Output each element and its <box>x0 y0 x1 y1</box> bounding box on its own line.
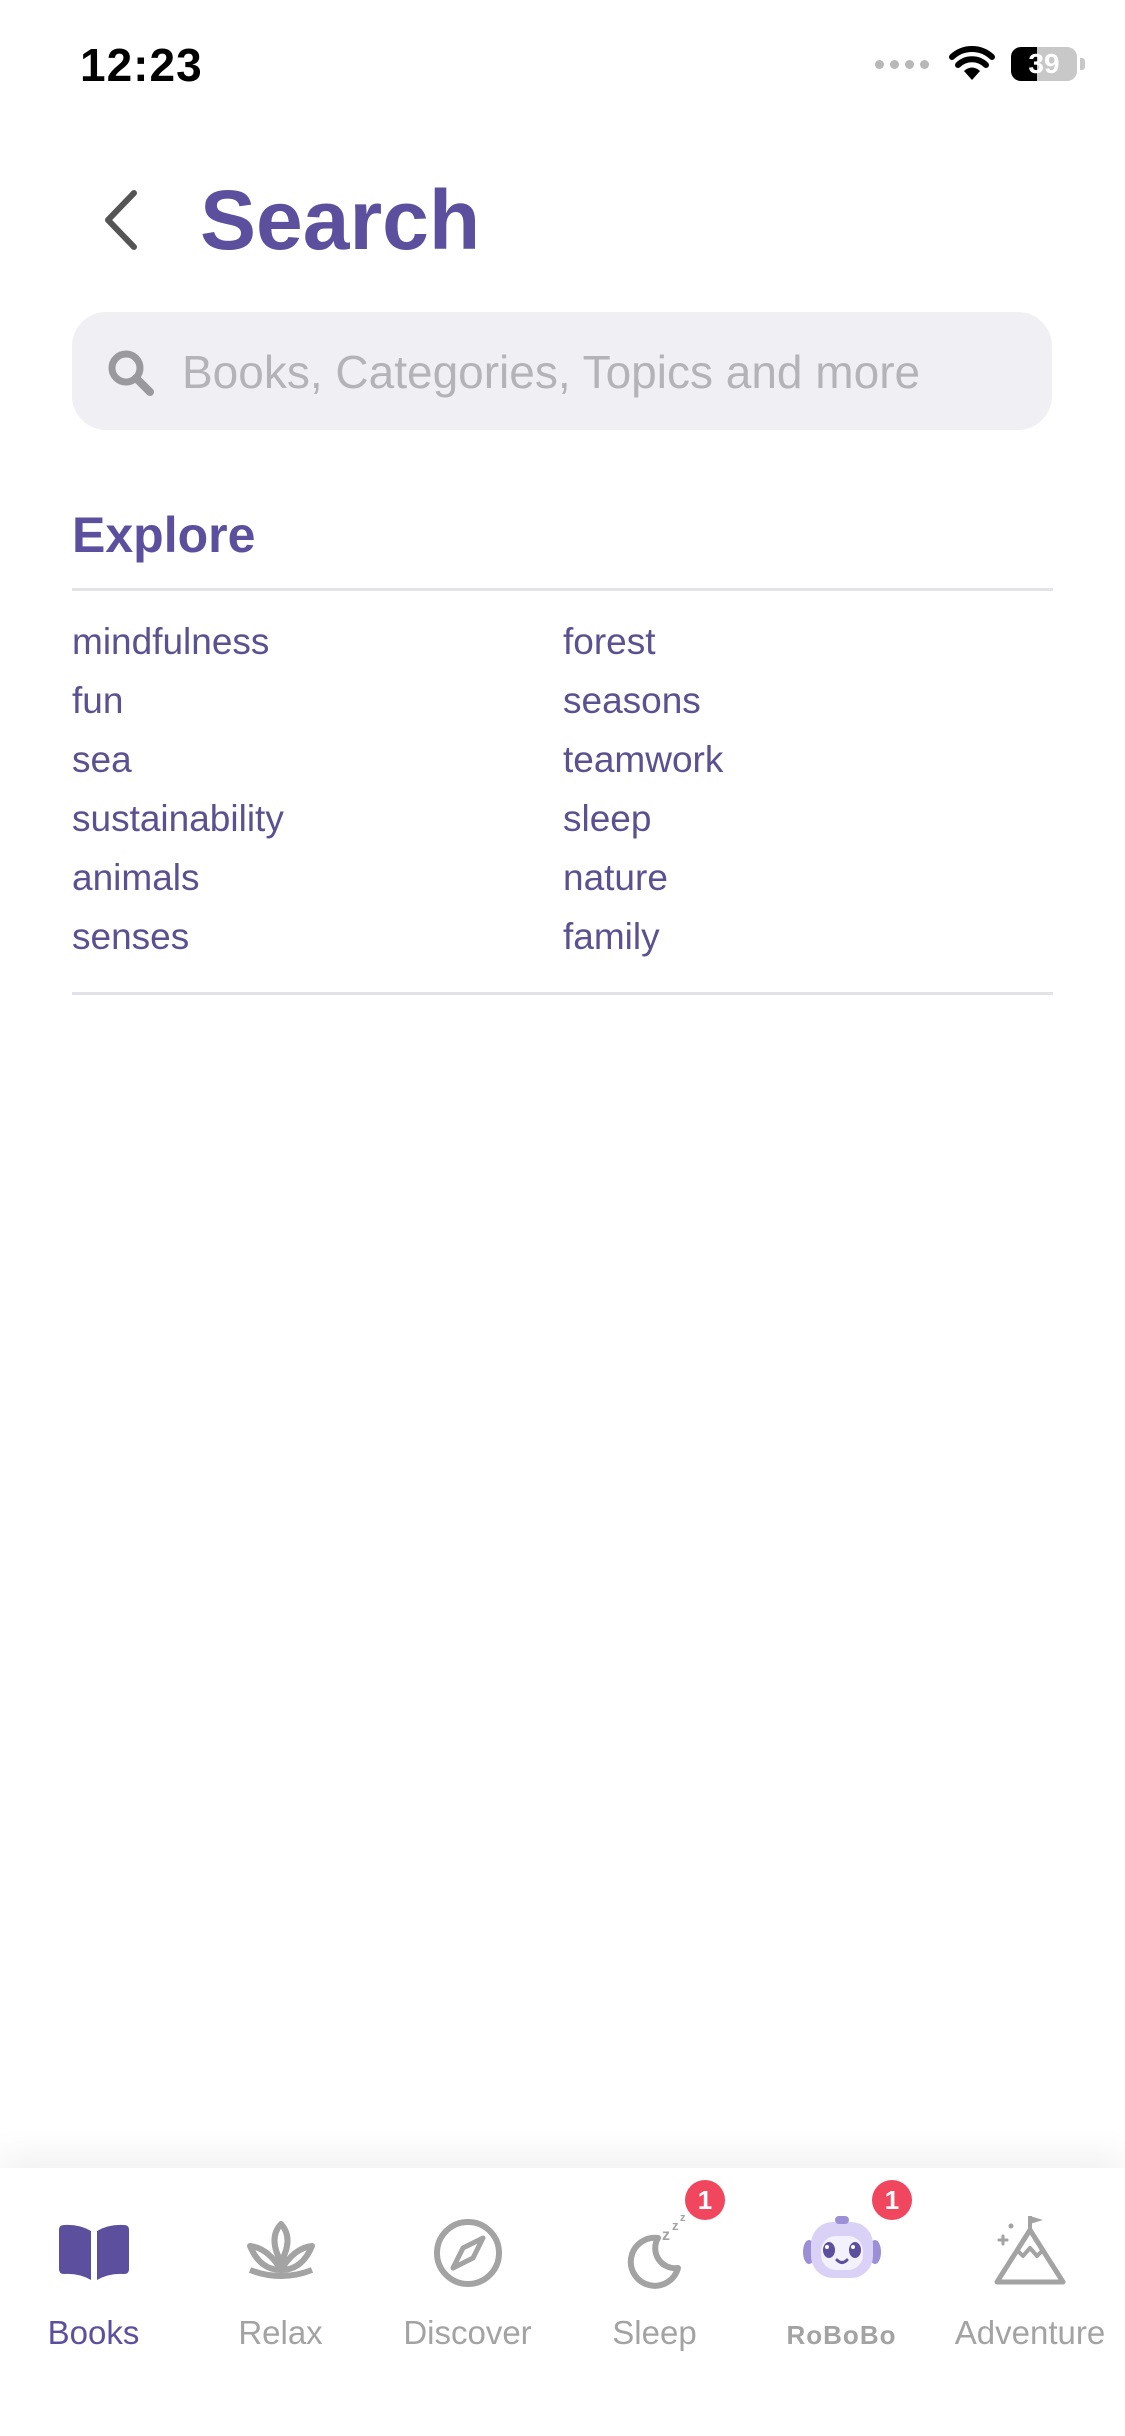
mountain-icon <box>994 2216 1066 2285</box>
tab-books[interactable]: Books <box>0 2168 187 2368</box>
explore-divider-bottom <box>72 992 1053 995</box>
tab-bar: Books Relax Discover z z z 1 Sleep 1 RoB… <box>0 2168 1125 2436</box>
tab-adventure[interactable]: Adventure <box>935 2168 1125 2368</box>
topics-column-left: mindfulness fun sea sustainability anima… <box>72 612 284 966</box>
topic-link[interactable]: animals <box>72 848 284 907</box>
svg-text:z: z <box>680 2212 686 2224</box>
topic-link[interactable]: forest <box>563 612 723 671</box>
battery-icon: 39 <box>1011 47 1077 81</box>
battery-cap <box>1080 58 1085 70</box>
tab-label: RoBoBo <box>786 2320 897 2350</box>
moon-icon: z z z <box>627 2212 686 2289</box>
svg-text:z: z <box>662 2227 670 2244</box>
book-icon <box>58 2224 129 2280</box>
wifi-icon <box>949 46 995 80</box>
tab-label: Books <box>47 2314 140 2351</box>
lotus-icon <box>246 2221 315 2279</box>
topic-link[interactable]: teamwork <box>563 730 723 789</box>
topic-link[interactable]: seasons <box>563 671 723 730</box>
tab-label: Relax <box>238 2314 323 2351</box>
chevron-left-icon <box>105 190 137 250</box>
tab-sleep[interactable]: z z z 1 Sleep <box>561 2168 748 2368</box>
search-input[interactable] <box>180 312 1034 432</box>
compass-icon <box>433 2219 502 2287</box>
topic-link[interactable]: mindfulness <box>72 612 284 671</box>
topic-link[interactable]: sustainability <box>72 789 284 848</box>
tab-label: Adventure <box>954 2314 1106 2351</box>
topic-link[interactable]: nature <box>563 848 723 907</box>
search-bar[interactable] <box>72 312 1052 432</box>
status-bar: 12:23 39 <box>0 0 1125 140</box>
topic-link[interactable]: senses <box>72 907 284 966</box>
notification-badge: 1 <box>872 2180 912 2220</box>
tab-relax[interactable]: Relax <box>187 2168 374 2368</box>
tab-label: Discover <box>403 2314 532 2351</box>
tab-robobo[interactable]: 1 RoBoBo <box>748 2168 935 2368</box>
topic-link[interactable]: sea <box>72 730 284 789</box>
robot-icon <box>802 2216 881 2278</box>
topic-link[interactable]: sleep <box>563 789 723 848</box>
tab-discover[interactable]: Discover <box>374 2168 561 2368</box>
topic-link[interactable]: fun <box>72 671 284 730</box>
topics-column-right: forest seasons teamwork sleep nature fam… <box>563 612 723 966</box>
svg-text:z: z <box>672 2218 679 2233</box>
status-icons: 39 <box>875 46 1085 82</box>
battery-percent: 39 <box>1028 48 1060 79</box>
cellular-signal-icon <box>875 59 929 69</box>
topic-link[interactable]: family <box>563 907 723 966</box>
status-time: 12:23 <box>80 39 203 91</box>
search-icon <box>108 350 154 396</box>
page-title: Search <box>200 173 481 267</box>
explore-heading: Explore <box>72 507 256 563</box>
notification-badge: 1 <box>685 2180 725 2220</box>
back-button[interactable] <box>92 185 152 255</box>
tab-label: Sleep <box>612 2314 697 2351</box>
explore-topics: mindfulness fun sea sustainability anima… <box>72 612 1053 972</box>
explore-divider-top <box>72 588 1053 591</box>
